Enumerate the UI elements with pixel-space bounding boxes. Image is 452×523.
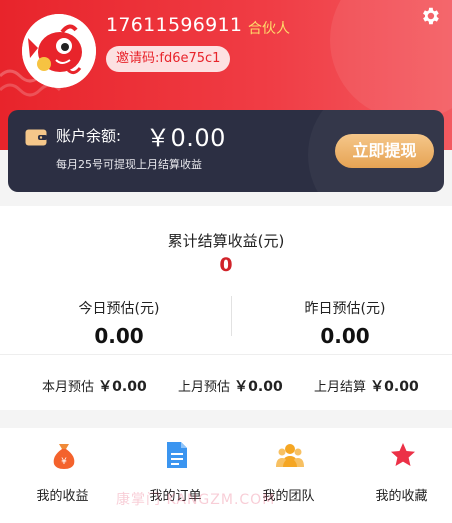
menu-my-earnings[interactable]: ¥ 我的收益 xyxy=(6,428,119,523)
document-icon xyxy=(167,442,187,468)
svg-text:¥: ¥ xyxy=(61,457,67,467)
this-month-value: ￥0.00 xyxy=(98,379,147,395)
menu-label: 我的收藏 xyxy=(375,489,428,504)
invite-code[interactable]: 邀请码:fd6e75c1 xyxy=(106,46,231,72)
user-role-badge: 合伙人 xyxy=(248,21,290,37)
gear-icon[interactable] xyxy=(419,5,441,27)
team-icon xyxy=(276,444,304,467)
withdraw-note: 每月25号可提现上月结算收益 xyxy=(56,158,202,171)
this-month-estimate: 本月预估 ￥0.00 xyxy=(42,376,147,396)
watermark: 康掌门 KANGZM.COM xyxy=(116,492,276,508)
last-month-settled-value: ￥0.00 xyxy=(370,379,419,395)
last-month-estimate: 上月预估 ￥0.00 xyxy=(178,376,283,396)
yesterday-estimate-label: 昨日预估(元) xyxy=(304,301,386,317)
last-month-settled-label: 上月结算 xyxy=(314,380,367,395)
balance-card: 账户余额: ￥0.00 每月25号可提现上月结算收益 立即提现 xyxy=(8,110,444,192)
avatar[interactable] xyxy=(22,14,96,88)
yesterday-estimate: 昨日预估(元) 0.00 xyxy=(232,298,452,348)
today-estimate-value: 0.00 xyxy=(94,324,144,348)
earnings-card: 累计结算收益(元) 0 今日预估(元) 0.00 昨日预估(元) 0.00 本月… xyxy=(0,206,452,410)
today-estimate: 今日预估(元) 0.00 xyxy=(6,298,232,348)
last-month-est-label: 上月预估 xyxy=(178,380,231,395)
fish-mascot-avatar xyxy=(22,14,96,88)
this-month-label: 本月预估 xyxy=(42,380,95,395)
today-estimate-label: 今日预估(元) xyxy=(78,301,160,317)
menu-label: 我的收益 xyxy=(36,489,89,504)
withdraw-button[interactable]: 立即提现 xyxy=(335,134,434,168)
last-month-est-value: ￥0.00 xyxy=(234,379,283,395)
total-settled-label: 累计结算收益(元) xyxy=(167,232,285,250)
star-icon xyxy=(391,443,415,466)
total-settled-value: 0 xyxy=(219,254,233,276)
user-phone: 17611596911 xyxy=(106,14,243,36)
last-month-settled: 上月结算 ￥0.00 xyxy=(314,376,419,396)
balance-amount: ￥0.00 xyxy=(146,124,226,152)
yesterday-estimate-value: 0.00 xyxy=(320,324,370,348)
money-bag-icon: ¥ xyxy=(53,444,75,469)
menu-my-favorites[interactable]: 我的收藏 xyxy=(345,428,452,523)
wallet-icon xyxy=(25,129,47,146)
row-divider xyxy=(0,354,452,355)
balance-label: 账户余额: xyxy=(56,127,122,145)
